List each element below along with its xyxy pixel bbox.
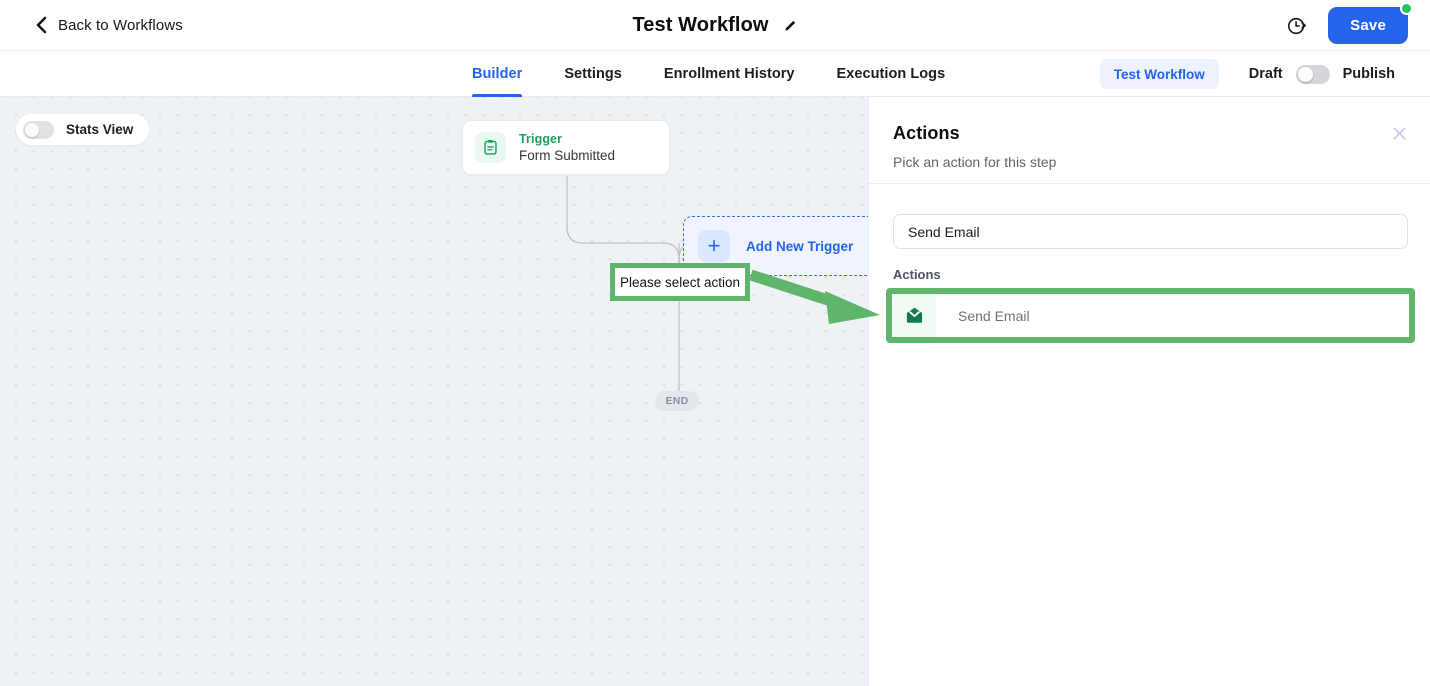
clock-history-icon[interactable]: [1286, 15, 1308, 37]
tab-enrollment-history[interactable]: Enrollment History: [664, 51, 795, 97]
chevron-left-icon: [36, 16, 47, 34]
add-new-trigger-card[interactable]: + Add New Trigger: [683, 216, 868, 276]
save-button-wrapper: Save: [1328, 2, 1413, 44]
clipboard-icon: [484, 139, 497, 155]
header-actions: Save: [1286, 0, 1413, 51]
trigger-card-subtitle: Form Submitted: [519, 148, 616, 163]
panel-divider: [869, 183, 1430, 184]
tab-list: Builder Settings Enrollment History Exec…: [472, 51, 945, 97]
actions-side-panel: Actions Pick an action for this step Sen…: [868, 97, 1430, 686]
save-button[interactable]: Save: [1328, 7, 1408, 44]
unsaved-changes-dot: [1400, 2, 1413, 15]
envelope-icon-container: [893, 294, 936, 337]
stats-view-toggle-pill[interactable]: Stats View: [16, 114, 150, 145]
trigger-icon-container: [475, 132, 506, 163]
end-node-badge: END: [655, 391, 699, 411]
add-new-trigger-label: Add New Trigger: [746, 238, 854, 254]
panel-title: Actions: [893, 123, 960, 143]
publish-label: Publish: [1342, 66, 1395, 82]
test-workflow-button[interactable]: Test Workflow: [1099, 59, 1219, 89]
back-to-workflows-label: Back to Workflows: [58, 16, 183, 34]
close-icon[interactable]: [1391, 125, 1408, 142]
plus-icon: +: [698, 230, 730, 262]
workflow-canvas[interactable]: Stats View Trigger Form Submitted + Add …: [0, 97, 868, 686]
trigger-card-texts: Trigger Form Submitted: [519, 132, 615, 163]
action-list-item-send-email[interactable]: Send Email: [893, 294, 1410, 337]
back-to-workflows-button[interactable]: Back to Workflows: [34, 16, 183, 34]
pencil-icon[interactable]: [783, 18, 798, 33]
action-list-item-label: Send Email: [958, 307, 1030, 324]
stats-view-toggle[interactable]: [23, 120, 54, 139]
trigger-card-kicker: Trigger: [519, 132, 563, 146]
panel-subtitle: Pick an action for this step: [893, 154, 1057, 170]
stats-view-toggle-knob: [25, 122, 39, 137]
tab-bar: Builder Settings Enrollment History Exec…: [0, 51, 1430, 97]
panel-header: Actions Pick an action for this step: [869, 97, 1430, 170]
actions-section-label: Actions: [893, 267, 941, 282]
tab-execution-logs[interactable]: Execution Logs: [837, 51, 946, 97]
workflow-connector-lines: [566, 176, 790, 391]
top-header-bar: Back to Workflows: [0, 0, 1430, 51]
action-search-input[interactable]: Send Email: [893, 214, 1408, 249]
publish-toggle-knob: [1297, 66, 1313, 82]
tab-settings[interactable]: Settings: [564, 51, 622, 97]
draft-label: Draft: [1248, 66, 1283, 82]
publish-controls: Test Workflow Draft Publish: [1099, 51, 1395, 97]
trigger-node-card[interactable]: Trigger Form Submitted: [462, 120, 670, 175]
publish-toggle[interactable]: [1295, 64, 1330, 84]
envelope-icon: [906, 307, 923, 323]
stats-view-label: Stats View: [66, 122, 134, 137]
tab-builder[interactable]: Builder: [472, 51, 523, 97]
